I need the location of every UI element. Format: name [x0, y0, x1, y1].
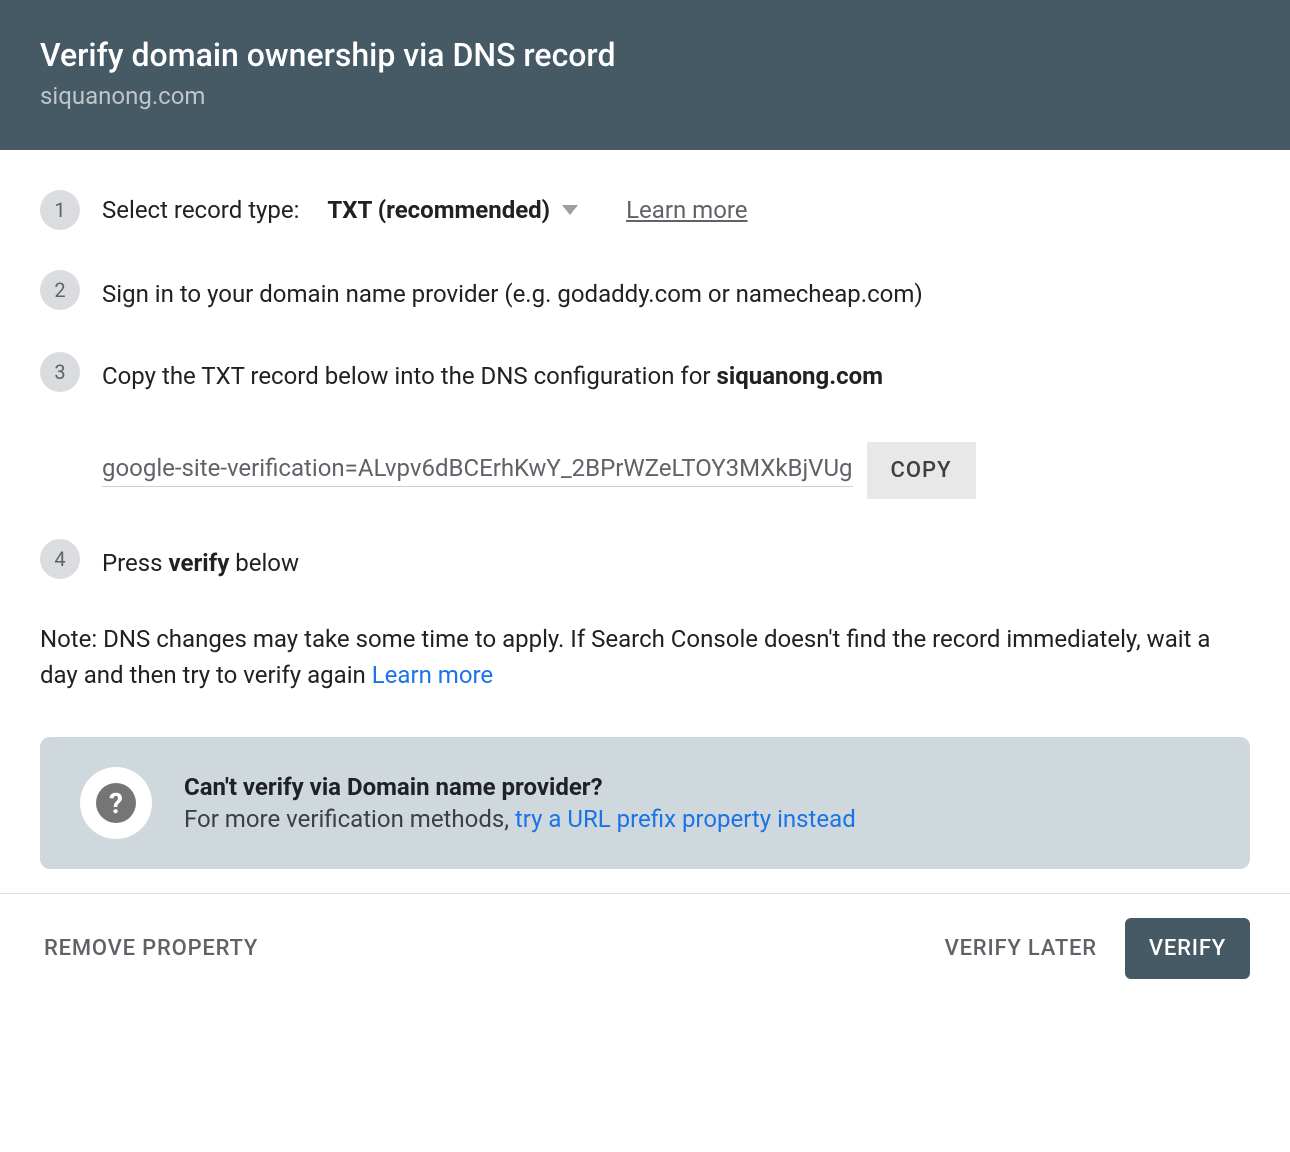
step-number-badge: 4 — [40, 539, 80, 579]
step-4-bold: verify — [169, 549, 230, 577]
step-1-row: Select record type: TXT (recommended) Le… — [102, 196, 1250, 224]
chevron-down-icon — [562, 205, 578, 215]
step-1: 1 Select record type: TXT (recommended) … — [40, 190, 1250, 230]
copy-button[interactable]: COPY — [867, 442, 976, 499]
record-type-dropdown[interactable]: TXT (recommended) — [327, 196, 578, 224]
info-text-prefix: For more verification methods, — [184, 805, 515, 833]
verify-later-button[interactable]: VERIFY LATER — [941, 928, 1101, 969]
help-icon-container: ? — [80, 767, 152, 839]
note-learn-more-link[interactable]: Learn more — [372, 661, 493, 689]
step-3: 3 Copy the TXT record below into the DNS… — [40, 352, 1250, 499]
alt-verification-panel: ? Can't verify via Domain name provider?… — [40, 737, 1250, 869]
footer-right: VERIFY LATER VERIFY — [941, 918, 1250, 979]
step-2-text: Sign in to your domain name provider (e.… — [102, 276, 1250, 312]
step-number-badge: 2 — [40, 270, 80, 310]
step-3-text-prefix: Copy the TXT record below into the DNS c… — [102, 362, 717, 390]
step-3-domain: siquanong.com — [717, 362, 883, 390]
step-number-badge: 1 — [40, 190, 80, 230]
step-2: 2 Sign in to your domain name provider (… — [40, 270, 1250, 312]
step-4: 4 Press verify below — [40, 539, 1250, 581]
dialog-header: Verify domain ownership via DNS record s… — [0, 0, 1290, 150]
info-body: Can't verify via Domain name provider? F… — [184, 773, 1210, 833]
note-text: Note: DNS changes may take some time to … — [40, 625, 1210, 689]
dns-note: Note: DNS changes may take some time to … — [40, 621, 1250, 693]
info-title: Can't verify via Domain name provider? — [184, 773, 1210, 801]
dropdown-value: TXT (recommended) — [327, 196, 550, 224]
domain-subtitle: siquanong.com — [40, 82, 1250, 110]
help-icon: ? — [96, 783, 136, 823]
step-1-body: Select record type: TXT (recommended) Le… — [102, 190, 1250, 224]
step-3-body: Copy the TXT record below into the DNS c… — [102, 352, 1250, 499]
txt-record-row: google-site-verification=ALvpv6dBCErhKwY… — [102, 442, 1250, 499]
step-number-badge: 3 — [40, 352, 80, 392]
dialog-footer: REMOVE PROPERTY VERIFY LATER VERIFY — [0, 893, 1290, 1003]
remove-property-button[interactable]: REMOVE PROPERTY — [40, 928, 262, 969]
record-type-label: Select record type: — [102, 196, 299, 224]
verify-button[interactable]: VERIFY — [1125, 918, 1250, 979]
step-2-body: Sign in to your domain name provider (e.… — [102, 270, 1250, 312]
url-prefix-link[interactable]: try a URL prefix property instead — [515, 805, 856, 833]
step-4-text: Press verify below — [102, 545, 1250, 581]
step-4-prefix: Press — [102, 549, 169, 577]
step-4-suffix: below — [229, 549, 299, 577]
txt-record-value[interactable]: google-site-verification=ALvpv6dBCErhKwY… — [102, 454, 853, 487]
dialog-content: 1 Select record type: TXT (recommended) … — [0, 150, 1290, 893]
learn-more-link[interactable]: Learn more — [626, 196, 747, 224]
step-3-text: Copy the TXT record below into the DNS c… — [102, 358, 1250, 394]
page-title: Verify domain ownership via DNS record — [40, 36, 1250, 74]
footer-left: REMOVE PROPERTY — [40, 928, 262, 969]
info-text: For more verification methods, try a URL… — [184, 805, 1210, 833]
step-4-body: Press verify below — [102, 539, 1250, 581]
